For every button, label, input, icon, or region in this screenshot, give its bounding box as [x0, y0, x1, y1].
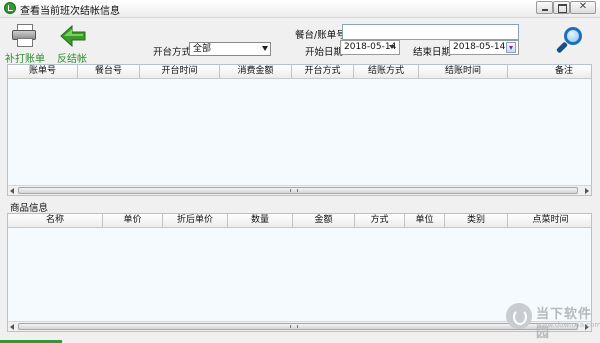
scroll-right-icon[interactable] — [585, 188, 589, 194]
close-button[interactable]: ✕ — [570, 1, 596, 14]
items-table-header: 名称 单价 折后单价 数量 金额 方式 单位 类别 点菜时间 — [8, 214, 591, 228]
items-col-disc-price[interactable]: 折后单价 — [163, 214, 228, 227]
items-col-name[interactable]: 名称 — [8, 214, 103, 227]
reverse-checkout-label: 反结帐 — [57, 54, 87, 65]
bills-horizontal-scrollbar[interactable] — [8, 185, 591, 195]
watermark-url: www.downxia.com — [536, 321, 600, 329]
items-col-unit[interactable]: 单位 — [405, 214, 445, 227]
chevron-down-icon — [262, 46, 268, 51]
watermark: 当下软件园 www.downxia.com — [506, 300, 600, 341]
maximize-button[interactable] — [553, 1, 570, 14]
items-col-order-time[interactable]: 点菜时间 — [508, 214, 591, 227]
minimize-button[interactable] — [536, 1, 553, 14]
end-date-value: 2018-05-14 — [453, 42, 506, 52]
back-arrow-icon — [60, 24, 86, 48]
bills-table[interactable]: 账单号 餐台号 开台时间 消费金额 开台方式 结账方式 结账时间 备注 — [7, 64, 592, 196]
bills-col-table-no[interactable]: 餐台号 — [78, 65, 140, 78]
printer-icon — [12, 24, 36, 47]
bills-col-amount[interactable]: 消费金额 — [220, 65, 292, 78]
reverse-checkout-button[interactable]: 反结帐 — [50, 22, 94, 65]
search-button[interactable] — [555, 26, 586, 56]
bills-table-header: 账单号 餐台号 开台时间 消费金额 开台方式 结账方式 结账时间 备注 — [8, 65, 591, 79]
bills-col-open-mode[interactable]: 开台方式 — [292, 65, 354, 78]
items-table[interactable]: 名称 单价 折后单价 数量 金额 方式 单位 类别 点菜时间 — [7, 213, 592, 332]
table-bill-label: 餐台/账单号 — [295, 30, 346, 41]
chevron-down-icon — [389, 45, 395, 49]
start-date-picker[interactable]: 2018-05-14 — [340, 40, 400, 55]
items-col-price[interactable]: 单价 — [103, 214, 163, 227]
scroll-left-icon[interactable] — [10, 324, 14, 330]
chevron-down-icon — [506, 42, 516, 53]
bills-col-pay-time[interactable]: 结账时间 — [419, 65, 508, 78]
items-col-amount[interactable]: 金额 — [293, 214, 355, 227]
bills-col-bill-no[interactable]: 账单号 — [8, 65, 78, 78]
items-section-title: 商品信息 — [10, 203, 49, 214]
open-mode-select[interactable]: 全部 — [189, 42, 271, 56]
bills-col-open-time[interactable]: 开台时间 — [140, 65, 220, 78]
open-mode-value: 全部 — [193, 44, 212, 54]
search-icon — [564, 27, 582, 45]
close-icon: ✕ — [578, 1, 588, 12]
scroll-thumb[interactable] — [18, 323, 578, 330]
watermark-logo-icon — [506, 303, 532, 329]
items-col-mode[interactable]: 方式 — [355, 214, 405, 227]
reprint-bill-button[interactable]: 补打账单 — [5, 22, 45, 65]
items-col-quantity[interactable]: 数量 — [228, 214, 293, 227]
items-col-category[interactable]: 类别 — [445, 214, 508, 227]
reprint-bill-label: 补打账单 — [5, 54, 45, 65]
bills-col-remark[interactable]: 备注 — [508, 65, 591, 78]
start-date-label: 开始日期 — [305, 47, 344, 58]
bills-col-pay-mode[interactable]: 结账方式 — [354, 65, 419, 78]
scroll-left-icon[interactable] — [10, 188, 14, 194]
table-bill-input[interactable] — [342, 24, 519, 40]
items-horizontal-scrollbar[interactable] — [8, 321, 591, 331]
open-mode-label: 开台方式 — [153, 47, 192, 58]
end-date-picker[interactable]: 2018-05-14 — [449, 40, 519, 55]
app-icon — [4, 2, 16, 14]
window-title: 查看当前班次结帐信息 — [20, 6, 120, 17]
end-date-label: 结束日期 — [413, 47, 452, 58]
scroll-thumb[interactable] — [18, 187, 578, 194]
title-bar: 查看当前班次结帐信息 ✕ — [0, 0, 600, 18]
